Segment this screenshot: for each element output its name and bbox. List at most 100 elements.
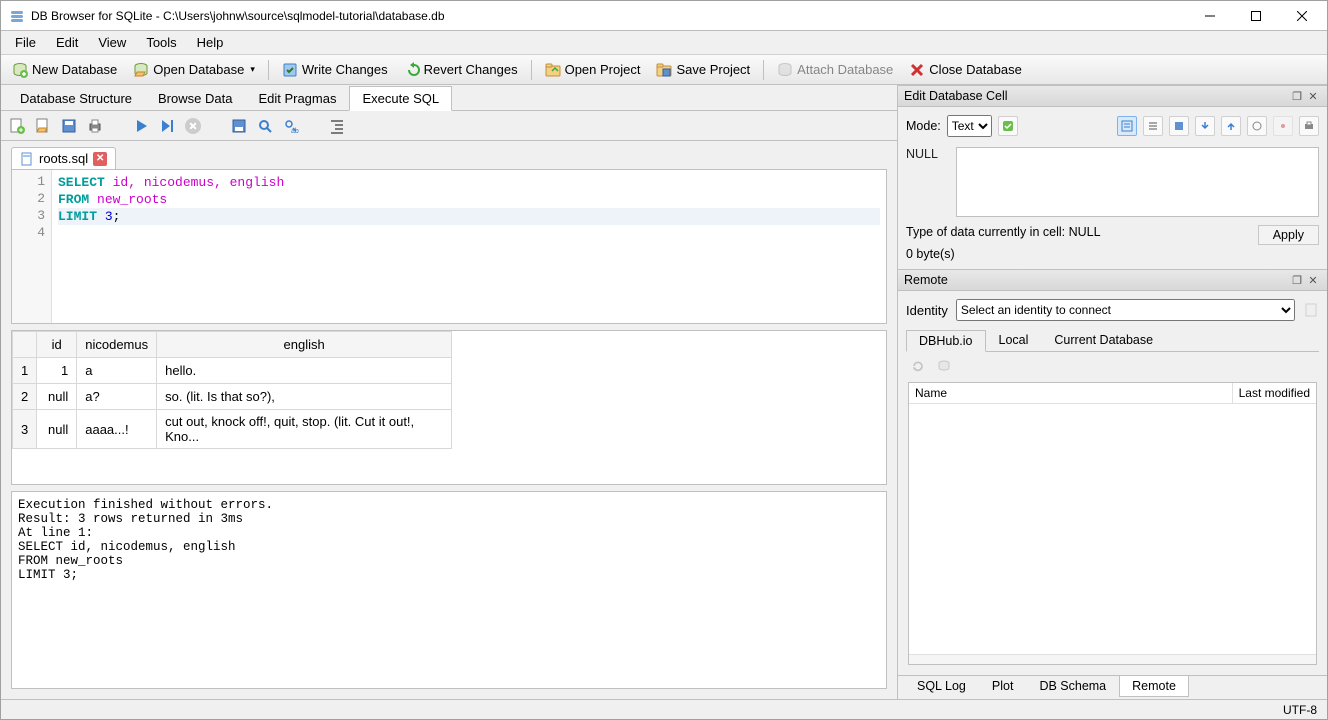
erase-icon[interactable] bbox=[1273, 116, 1293, 136]
refresh-icon[interactable] bbox=[910, 358, 926, 374]
identity-label: Identity bbox=[906, 303, 948, 318]
tab-execute-sql[interactable]: Execute SQL bbox=[349, 86, 452, 111]
bottom-tab-dbschema[interactable]: DB Schema bbox=[1026, 676, 1119, 697]
save-project-button[interactable]: Save Project bbox=[649, 58, 757, 82]
menu-view[interactable]: View bbox=[88, 33, 136, 52]
remote-tab-current[interactable]: Current Database bbox=[1041, 329, 1166, 351]
open-sql-icon[interactable] bbox=[35, 118, 51, 134]
run-line-icon[interactable] bbox=[159, 118, 175, 134]
run-icon[interactable] bbox=[133, 118, 149, 134]
import-icon[interactable] bbox=[1195, 116, 1215, 136]
remote-panel: Identity Select an identity to connect D… bbox=[898, 291, 1327, 675]
sql-file-icon bbox=[20, 152, 34, 166]
tab-edit-pragmas[interactable]: Edit Pragmas bbox=[245, 86, 349, 110]
results-header-english[interactable]: english bbox=[157, 332, 452, 358]
new-database-button[interactable]: New Database bbox=[5, 58, 124, 82]
save-results-icon[interactable] bbox=[231, 118, 247, 134]
remote-col-modified[interactable]: Last modified bbox=[1233, 383, 1316, 403]
cell-content-area[interactable] bbox=[956, 147, 1319, 217]
remote-title: Remote bbox=[904, 273, 948, 287]
results-grid[interactable]: id nicodemus english 1 1 a hello. 2 null… bbox=[11, 330, 887, 485]
sql-toolbar: ab bbox=[1, 111, 897, 141]
save-sql-icon[interactable] bbox=[61, 118, 77, 134]
close-filetab-icon[interactable]: ✕ bbox=[93, 152, 107, 166]
mode-select[interactable]: Text bbox=[947, 115, 992, 137]
results-corner bbox=[13, 332, 37, 358]
main-toolbar: New Database Open Database▾ Write Change… bbox=[1, 55, 1327, 85]
print-cell-icon[interactable] bbox=[1299, 116, 1319, 136]
menubar: File Edit View Tools Help bbox=[1, 31, 1327, 55]
sql-file-tab[interactable]: roots.sql ✕ bbox=[11, 147, 116, 169]
new-sqltab-icon[interactable] bbox=[9, 118, 25, 134]
tab-database-structure[interactable]: Database Structure bbox=[7, 86, 145, 110]
bottom-tab-remote[interactable]: Remote bbox=[1119, 676, 1189, 697]
find-replace-icon[interactable]: ab bbox=[283, 118, 299, 134]
svg-text:ab: ab bbox=[291, 128, 299, 134]
cert-icon[interactable] bbox=[1303, 302, 1319, 318]
export-icon[interactable] bbox=[1221, 116, 1241, 136]
clone-icon[interactable] bbox=[936, 358, 952, 374]
undock-icon[interactable]: ❐ bbox=[1289, 88, 1305, 104]
sql-file-label: roots.sql bbox=[39, 151, 88, 166]
window-title: DB Browser for SQLite - C:\Users\johnw\s… bbox=[31, 9, 1187, 23]
edit-cell-panel-header: Edit Database Cell ❐ ✕ bbox=[898, 85, 1327, 107]
remote-list[interactable]: Name Last modified bbox=[908, 382, 1317, 665]
indent-icon[interactable] bbox=[329, 118, 345, 134]
wrap-icon[interactable] bbox=[1143, 116, 1163, 136]
remote-tab-dbhub[interactable]: DBHub.io bbox=[906, 330, 986, 352]
sql-gutter: 1234 bbox=[12, 170, 52, 323]
remote-col-name[interactable]: Name bbox=[909, 383, 1233, 403]
results-header-nicodemus[interactable]: nicodemus bbox=[77, 332, 157, 358]
results-row: 2 null a? so. (lit. Is that so?), bbox=[13, 384, 452, 410]
results-header-id[interactable]: id bbox=[37, 332, 77, 358]
bottom-tab-sqllog[interactable]: SQL Log bbox=[904, 676, 979, 697]
close-button[interactable] bbox=[1279, 1, 1325, 31]
menu-file[interactable]: File bbox=[5, 33, 46, 52]
statusbar: UTF-8 bbox=[1, 699, 1327, 719]
setnull-icon[interactable] bbox=[1247, 116, 1267, 136]
close-panel-icon[interactable]: ✕ bbox=[1305, 88, 1321, 104]
text-icon[interactable] bbox=[1117, 116, 1137, 136]
type-info: Type of data currently in cell: NULL bbox=[906, 225, 1101, 239]
remote-tab-local[interactable]: Local bbox=[986, 329, 1042, 351]
autoformat-icon[interactable] bbox=[998, 116, 1018, 136]
undock-remote-icon[interactable]: ❐ bbox=[1289, 272, 1305, 288]
menu-tools[interactable]: Tools bbox=[136, 33, 186, 52]
maximize-button[interactable] bbox=[1233, 1, 1279, 31]
open-database-button[interactable]: Open Database▾ bbox=[126, 58, 262, 82]
edit-cell-panel: Mode: Text NULL bbox=[898, 107, 1327, 269]
remote-scrollbar[interactable] bbox=[909, 654, 1316, 664]
attach-database-button[interactable]: Attach Database bbox=[770, 58, 900, 82]
bottom-tabstrip: SQL Log Plot DB Schema Remote bbox=[898, 675, 1327, 699]
close-remote-icon[interactable]: ✕ bbox=[1305, 272, 1321, 288]
identity-select[interactable]: Select an identity to connect bbox=[956, 299, 1295, 321]
edit-cell-title: Edit Database Cell bbox=[904, 89, 1008, 103]
main-tabstrip: Database Structure Browse Data Edit Prag… bbox=[1, 85, 897, 111]
titlebar: DB Browser for SQLite - C:\Users\johnw\s… bbox=[1, 1, 1327, 31]
minimize-button[interactable] bbox=[1187, 1, 1233, 31]
print-icon[interactable] bbox=[87, 118, 103, 134]
results-row: 3 null aaaa...! cut out, knock off!, qui… bbox=[13, 410, 452, 449]
sql-code[interactable]: SELECT id, nicodemus, englishFROM new_ro… bbox=[52, 170, 886, 323]
menu-edit[interactable]: Edit bbox=[46, 33, 88, 52]
open-blob-icon[interactable] bbox=[1169, 116, 1189, 136]
revert-changes-button[interactable]: Revert Changes bbox=[397, 58, 525, 82]
menu-help[interactable]: Help bbox=[187, 33, 234, 52]
app-icon bbox=[9, 8, 25, 24]
null-label: NULL bbox=[906, 147, 946, 217]
results-row: 1 1 a hello. bbox=[13, 358, 452, 384]
close-database-button[interactable]: Close Database bbox=[902, 58, 1029, 82]
apply-button[interactable]: Apply bbox=[1258, 225, 1319, 245]
bottom-tab-plot[interactable]: Plot bbox=[979, 676, 1027, 697]
remote-panel-header: Remote ❐ ✕ bbox=[898, 269, 1327, 291]
find-icon[interactable] bbox=[257, 118, 273, 134]
encoding-label: UTF-8 bbox=[1283, 703, 1317, 717]
stop-icon[interactable] bbox=[185, 118, 201, 134]
execution-log[interactable]: Execution finished without errors. Resul… bbox=[11, 491, 887, 689]
sql-editor[interactable]: 1234 SELECT id, nicodemus, englishFROM n… bbox=[11, 169, 887, 324]
open-project-button[interactable]: Open Project bbox=[538, 58, 648, 82]
write-changes-button[interactable]: Write Changes bbox=[275, 58, 395, 82]
mode-label: Mode: bbox=[906, 119, 941, 133]
sql-filetab-row: roots.sql ✕ bbox=[1, 141, 897, 169]
tab-browse-data[interactable]: Browse Data bbox=[145, 86, 245, 110]
